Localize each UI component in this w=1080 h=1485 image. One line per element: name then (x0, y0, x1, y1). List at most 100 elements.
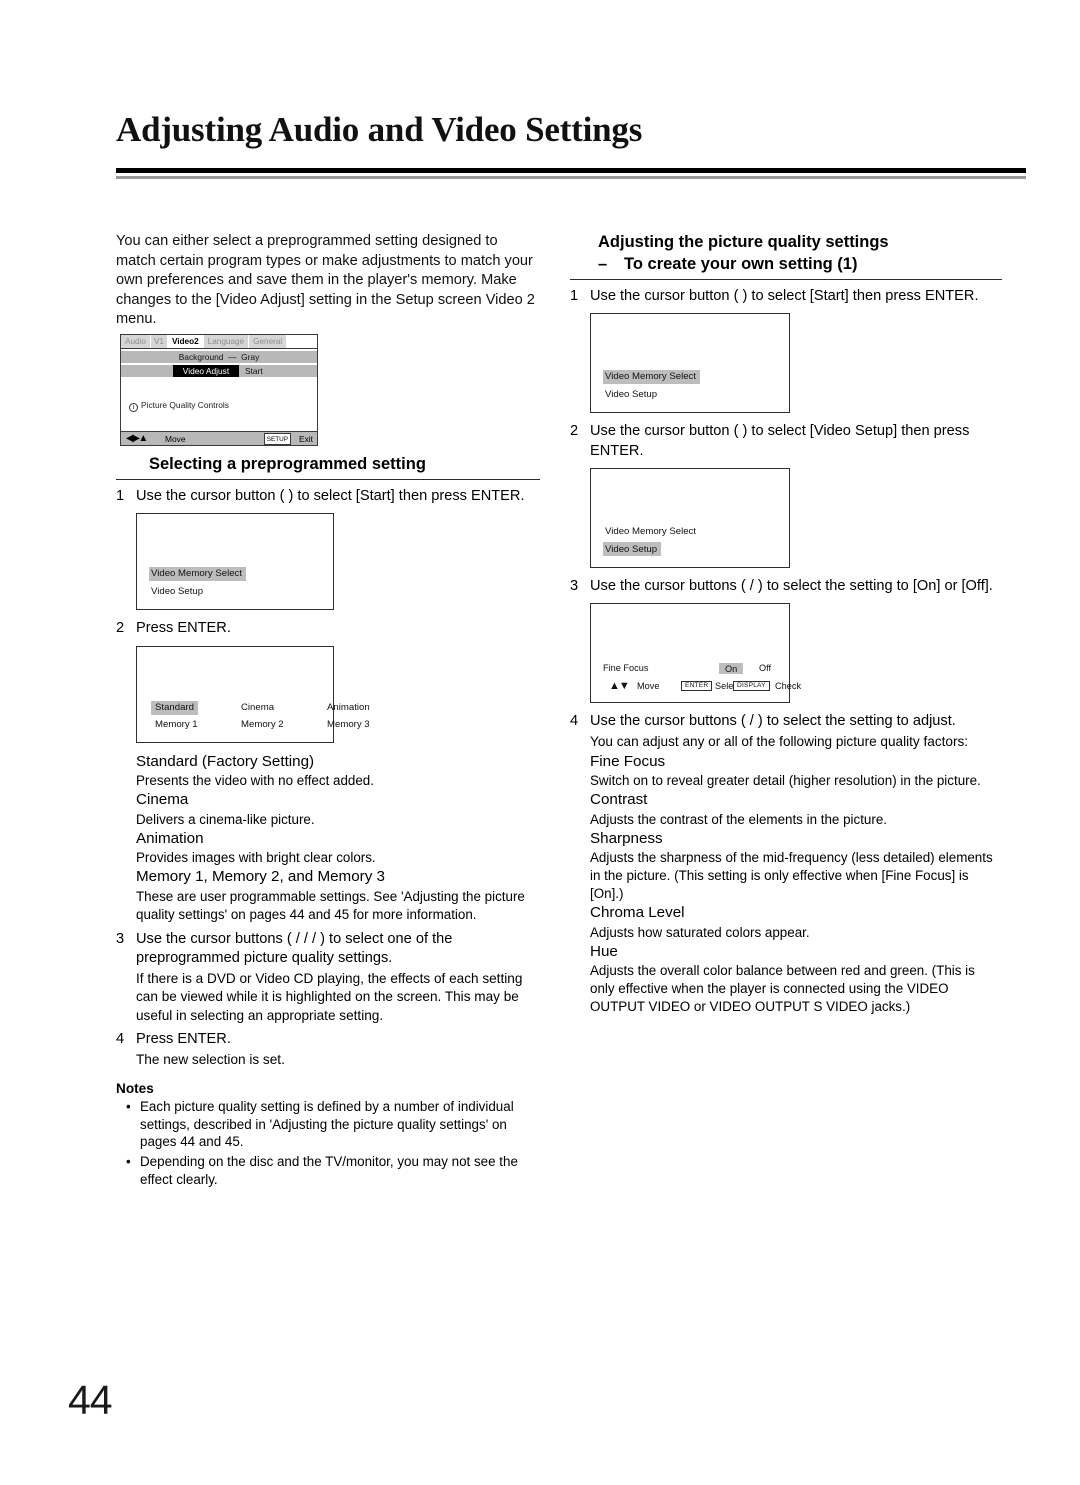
osd-row-memory-select[interactable]: Video Memory Select (149, 563, 247, 581)
osd-menu-lines: Video Memory Select Video Setup (603, 366, 701, 402)
cursor-arrows-icon: ◀▶▲ (126, 432, 148, 444)
setup-tab-v1[interactable]: V1 (150, 334, 168, 348)
osd-row-memory-select[interactable]: Video Memory Select (603, 366, 701, 384)
setup-background-row[interactable]: Background — Gray (121, 351, 317, 363)
setup-background-dash: — (225, 351, 239, 362)
osd-row-video-setup[interactable]: Video Setup (603, 539, 700, 557)
osd-label-video-setup: Video Setup (151, 586, 204, 598)
fine-focus-check-label: Check (775, 681, 802, 692)
osd-menu-lines: Video Memory Select Video Setup (603, 521, 700, 557)
preset-name-cinema: Cinema (136, 791, 189, 809)
right-step-1: 1 Use the cursor button ( ) to select [S… (570, 287, 1002, 306)
right-step-3: 3 Use the cursor buttons ( / ) to select… (570, 577, 1002, 596)
section-rule (116, 478, 540, 480)
step-3-number: 3 (116, 930, 125, 947)
step-3: 3 Use the cursor buttons ( / / / ) to se… (116, 930, 540, 969)
preset-desc-standard: Presents the video with no effect added. (136, 773, 374, 789)
factor-desc-hue: Adjusts the overall color balance betwee… (590, 963, 975, 1015)
right-step-4-subtext: You can adjust any or all of the followi… (590, 734, 969, 750)
fine-focus-option-on[interactable]: On (719, 663, 744, 675)
setup-background-value: Gray (241, 351, 260, 362)
section-heading-preprogrammed: Selecting a preprogrammed setting (149, 454, 426, 473)
title-divider (116, 168, 1026, 179)
step-4: 4 Press ENTER. (116, 1030, 540, 1049)
osd-fine-focus-footer: ▲▼ Move ENTER Select DISPLAY Check (601, 679, 801, 694)
osd-preset-memory-3-label: Memory 3 (327, 718, 370, 730)
right-step-2: 2 Use the cursor button ( ) to select [V… (570, 422, 1002, 461)
fine-focus-option-off[interactable]: Off (759, 663, 771, 673)
right-step-4: 4 Use the cursor buttons ( / ) to select… (570, 712, 1002, 731)
setup-tab-general[interactable]: General (249, 334, 288, 348)
osd-row-video-setup[interactable]: Video Setup (603, 384, 700, 402)
info-icon: i (129, 402, 138, 412)
note-bullet-icon: • (126, 1099, 131, 1115)
section-rule-right (570, 279, 1002, 280)
note-text-2: Depending on the disc and the TV/monitor… (140, 1154, 518, 1187)
osd-label-video-memory-select: Video Memory Select (603, 369, 701, 384)
preset-desc-animation: Provides images with bright clear colors… (136, 850, 376, 866)
step-1: 1 Use the cursor button ( ) to select [S… (116, 487, 540, 506)
setup-tab-language[interactable]: Language (203, 334, 250, 348)
setup-key-button[interactable]: SETUP (263, 433, 291, 446)
factor-name-chroma-level: Chroma Level (590, 904, 685, 922)
setup-tab-audio[interactable]: Audio (121, 334, 151, 348)
fine-focus-move-label: Move (637, 681, 660, 692)
osd-menu-lines: Video Memory Select Video Setup (149, 563, 247, 599)
osd-row-video-setup[interactable]: Video Setup (149, 581, 246, 599)
right-step-1-number: 1 (570, 288, 579, 304)
factor-desc-chroma-level: Adjusts how saturated colors appear. (590, 924, 810, 940)
step-4-number: 4 (116, 1030, 125, 1047)
intro-paragraph: You can either select a preprogrammed se… (116, 233, 535, 328)
factor-desc-sharpness: Adjusts the sharpness of the mid-frequen… (590, 850, 993, 902)
right-step-3-number: 3 (570, 577, 579, 594)
setup-tab-video2[interactable]: Video2 (167, 334, 204, 348)
page-number: 44 (68, 1377, 113, 1423)
osd-preset-memory-1[interactable]: Memory 1 (151, 717, 237, 732)
step-1-number: 1 (116, 487, 125, 504)
divider-grey-bar (116, 176, 1026, 179)
step-2-text: Press ENTER. (136, 620, 231, 637)
osd-preset-animation[interactable]: Animation (323, 701, 409, 716)
preset-desc-cinema: Delivers a cinema-like picture. (136, 811, 315, 827)
setup-video-adjust-label[interactable]: Video Adjust (173, 364, 239, 377)
factor-name-contrast: Contrast (590, 791, 648, 809)
display-key-button[interactable]: DISPLAY (733, 681, 770, 691)
preset-name-standard: Standard (Factory Setting) (136, 752, 315, 770)
right-column: Adjusting the picture quality settings –… (570, 232, 1002, 1016)
osd-label-video-memory-select: Video Memory Select (149, 566, 247, 581)
setup-exit-label[interactable]: Exit (299, 433, 313, 445)
osd-preset-grid: Standard Cinema Animation Memory 1 Memor… (136, 645, 370, 743)
factor-name-sharpness: Sharpness (590, 829, 663, 847)
factor-desc-fine-focus: Switch on to reveal greater detail (high… (590, 773, 981, 789)
manual-page: Adjusting Audio and Video Settings You c… (0, 0, 1080, 1485)
factor-name-fine-focus: Fine Focus (590, 752, 666, 770)
step-4-text: Press ENTER. (136, 1030, 231, 1047)
right-step-2-text: Use the cursor button ( ) to select [Vid… (590, 423, 970, 459)
left-column: You can either select a preprogrammed se… (116, 232, 540, 1190)
setup-info-row: i Picture Quality Controls (129, 399, 229, 412)
note-text-1: Each picture quality setting is defined … (140, 1099, 514, 1150)
step-2-number: 2 (116, 620, 125, 637)
setup-tab-bar: Audio V1 Video2 Language General (121, 334, 317, 349)
osd-video-memory-select-left: Video Memory Select Video Setup (136, 513, 334, 611)
right-step-1-text: Use the cursor button ( ) to select [Sta… (590, 288, 979, 304)
note-item-2: • Depending on the disc and the TV/monit… (126, 1153, 540, 1188)
preset-name-memories: Memory 1, Memory 2, and Memory 3 (136, 868, 385, 886)
osd-preset-standard-label: Standard (151, 700, 198, 716)
enter-key-button[interactable]: ENTER (681, 681, 713, 691)
right-step-3-text: Use the cursor buttons ( / ) to select t… (590, 577, 993, 594)
osd-fine-focus: Fine Focus On Off ▲▼ Move ENTER Select D… (590, 603, 801, 704)
osd-preset-standard[interactable]: Standard (151, 700, 237, 716)
osd-row-memory-select[interactable]: Video Memory Select (603, 521, 700, 539)
setup-video-adjust-value[interactable]: Start (245, 365, 263, 377)
step-3-text: Use the cursor buttons ( / / / ) to sele… (136, 930, 453, 966)
osd-preset-cinema[interactable]: Cinema (237, 701, 323, 716)
page-title: Adjusting Audio and Video Settings (116, 110, 643, 149)
right-step-2-number: 2 (570, 423, 579, 440)
preset-desc-memories: These are user programmable settings. Se… (136, 888, 525, 922)
osd-fine-focus-content: Fine Focus On Off ▲▼ Move ENTER Select D… (601, 663, 801, 694)
osd-fine-focus-row: Fine Focus On Off (601, 663, 781, 677)
osd-preset-memory-3[interactable]: Memory 3 (323, 717, 409, 732)
osd-preset-memory-2[interactable]: Memory 2 (237, 717, 323, 732)
osd-preset-animation-label: Animation (327, 702, 370, 714)
